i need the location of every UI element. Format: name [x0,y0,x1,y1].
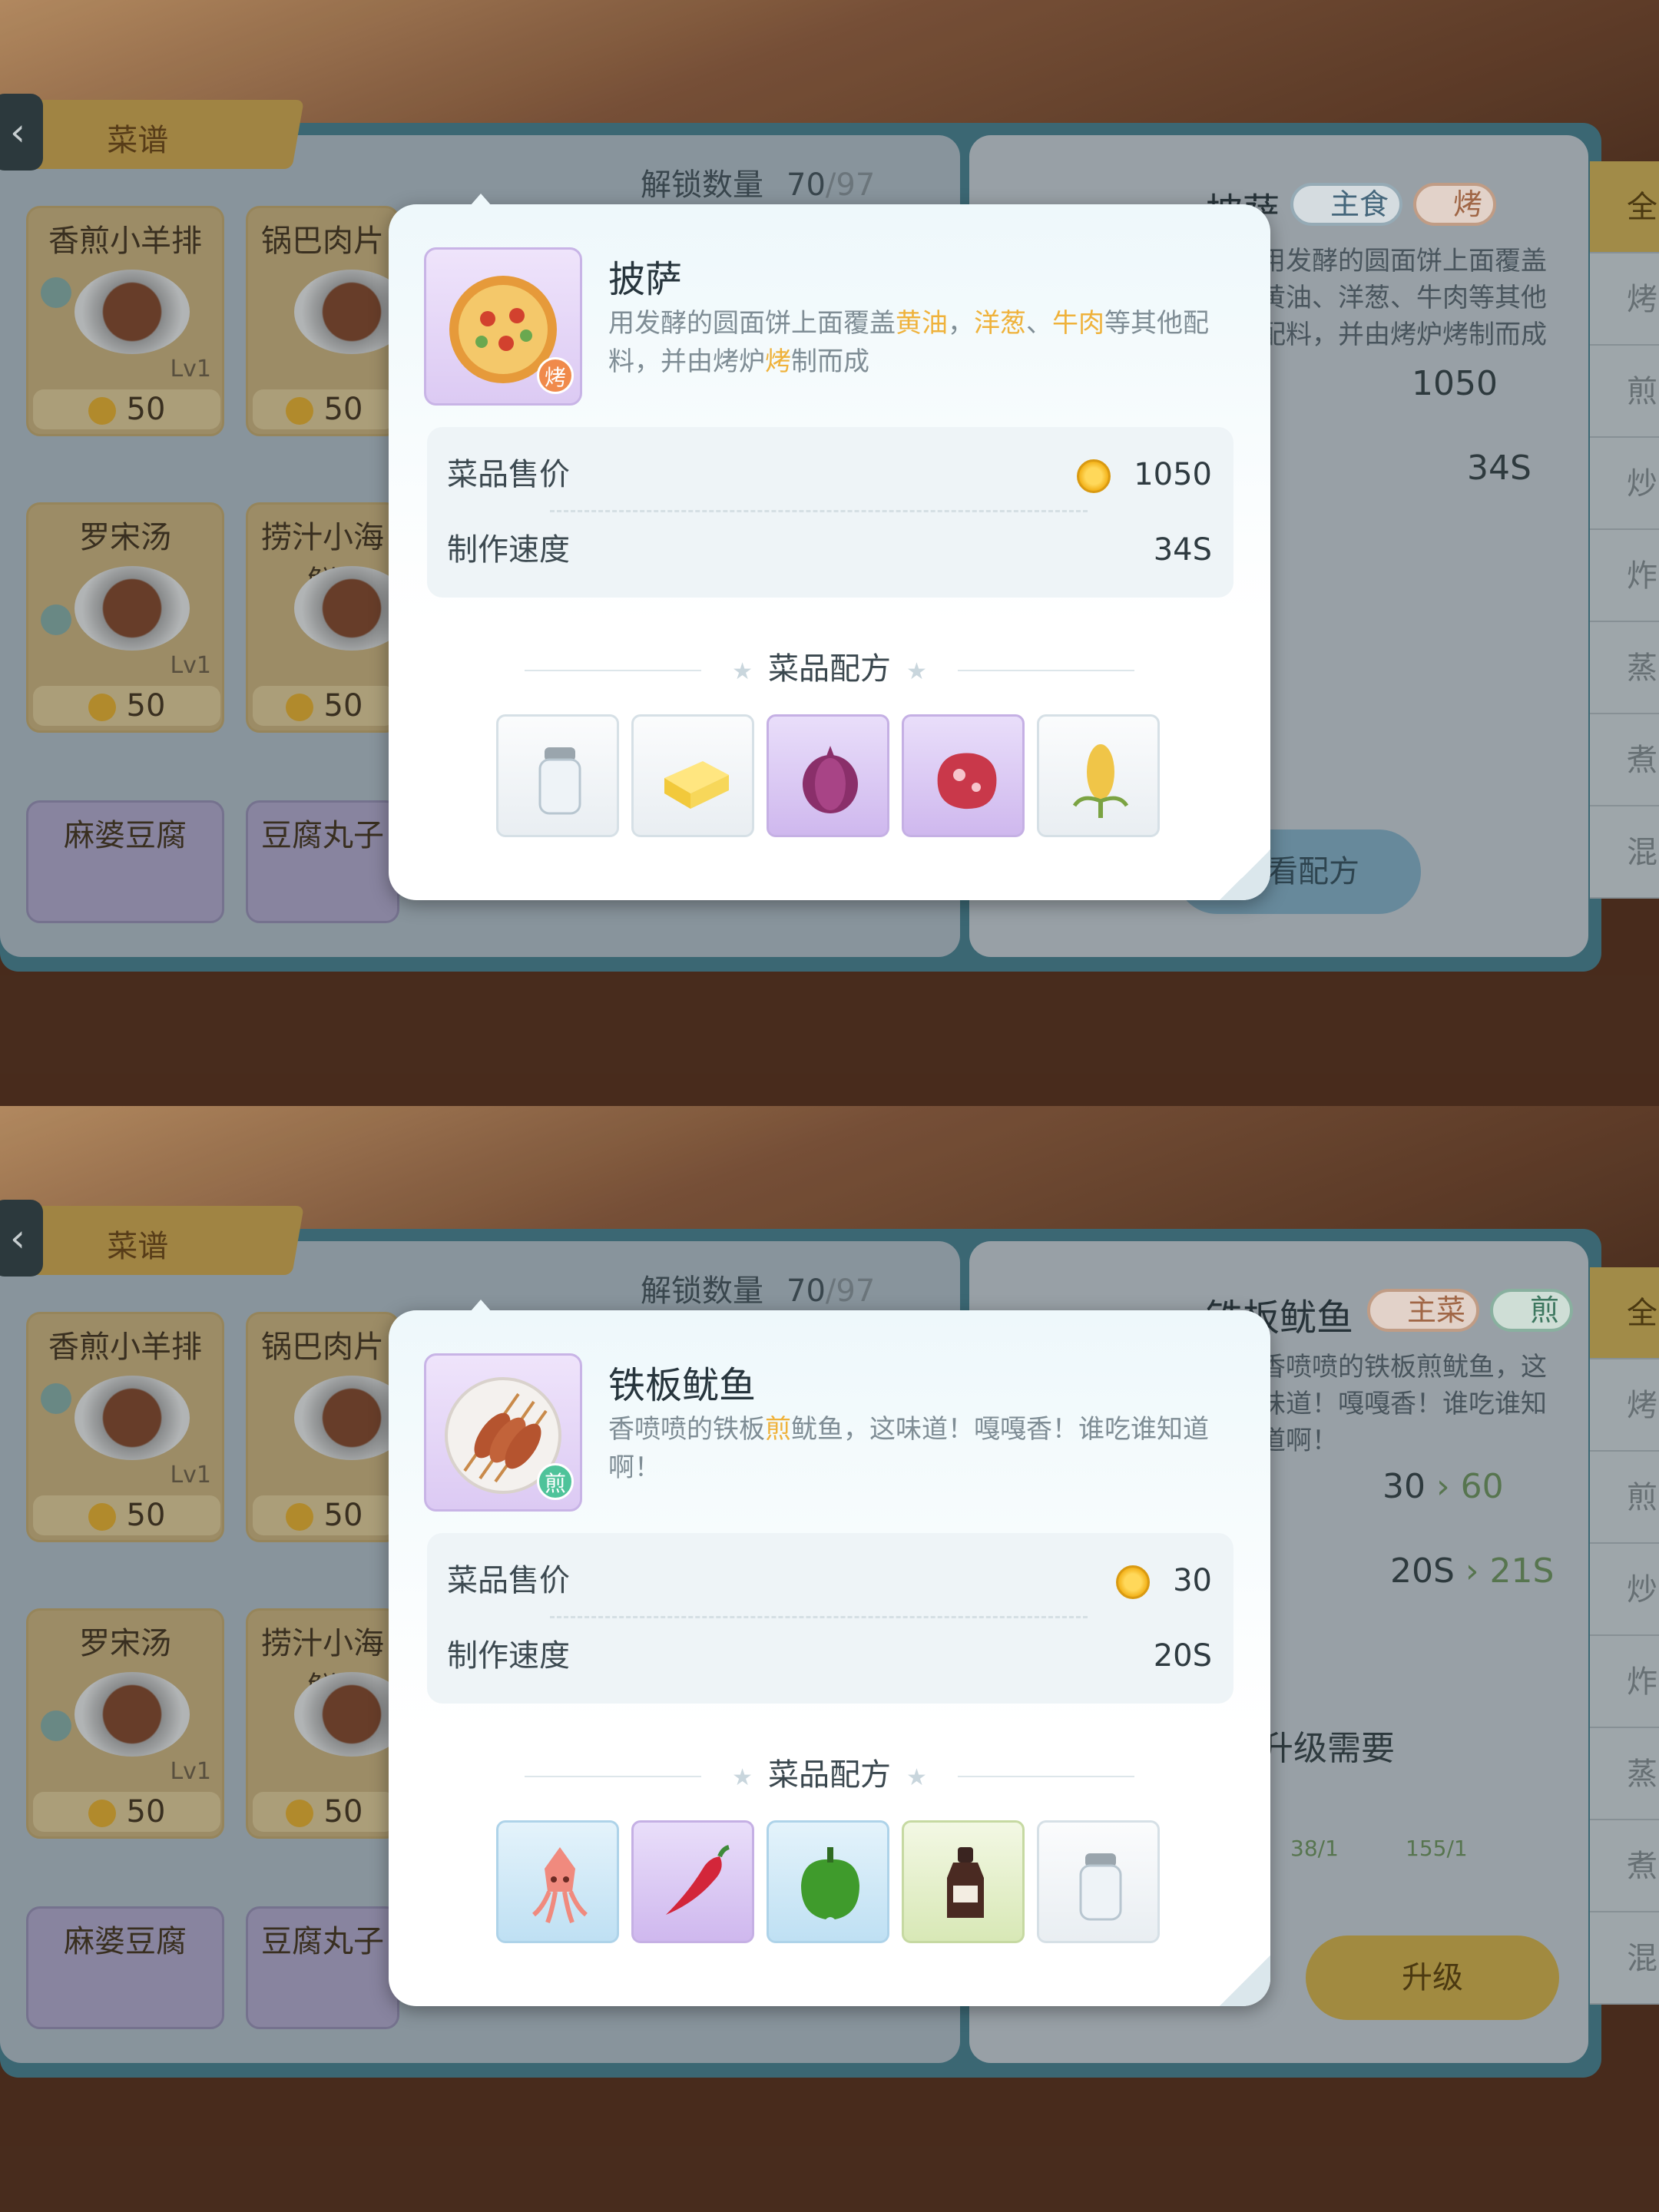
speed-label: 制作速度 [447,1638,570,1674]
ingredient-green-pepper[interactable] [767,1820,889,1943]
dish-thumbnail: 烤 [424,247,582,406]
price-label: 菜品售价 [447,457,570,492]
recipe-section-title: ★ 菜品配方 ★ [389,644,1270,688]
divider [550,1616,1088,1618]
desc-text: ， [948,308,974,339]
ingredient-soy-sauce[interactable] [902,1820,1025,1943]
butter-icon [664,761,729,809]
speed-row: 制作速度 34S [447,527,1212,573]
speed-value: 20S [1153,1638,1212,1674]
ingredient-beef[interactable] [902,714,1025,837]
wheat-icon [1072,744,1129,818]
cook-method-badge: 烤 [537,357,574,394]
price-value: 30 [1173,1563,1212,1598]
popup-dish-name: 披萨 [608,258,683,301]
price-value: 1050 [1134,457,1212,492]
desc-highlight: 牛肉 [1052,308,1104,339]
recipe-label: 菜品配方 [768,651,891,687]
ingredient-squid[interactable] [496,1820,619,1943]
speed-value: 34S [1153,532,1212,568]
star-icon: ★ [906,1764,927,1791]
dish-info-popup: 烤 披萨 用发酵的圆面饼上面覆盖黄油，洋葱、牛肉等其他配料，并由烤炉烤制而成 菜… [389,194,1270,900]
screen-squid: 菜谱 ‹ 解锁数量 70/97 香煎小羊排 Lv1 50 锅巴肉片 50 罗宋汤 Lv1 5… [0,1106,1659,2212]
green-pepper-icon [801,1847,859,1919]
dish-stats: 菜品售价 1050 制作速度 34S [427,427,1233,598]
ingredient-salt[interactable] [1037,1820,1160,1943]
ingredient-chili[interactable] [631,1820,754,1943]
desc-text: 香喷喷的铁板 [608,1414,765,1445]
dish-stats: 菜品售价 30 制作速度 20S [427,1533,1233,1704]
desc-highlight: 黄油 [896,308,948,339]
recipe-label: 菜品配方 [768,1757,891,1793]
ingredient-butter[interactable] [631,714,754,837]
salt-shaker-icon [538,747,581,815]
price-label: 菜品售价 [447,1563,570,1598]
desc-highlight: 洋葱 [974,308,1026,339]
salt-shaker-icon [1079,1853,1122,1921]
ingredient-wheat[interactable] [1037,714,1160,837]
recipe-section-title: ★ 菜品配方 ★ [389,1750,1270,1794]
speed-row: 制作速度 20S [447,1633,1212,1679]
price-row: 菜品售价 1050 [447,452,1212,498]
divider [550,510,1088,512]
coin-icon [1116,1565,1151,1599]
dish-info-popup: 煎 铁板鱿鱼 香喷喷的铁板煎鱿鱼，这味道！嘎嘎香！谁吃谁知道啊！ 菜品售价 30 … [389,1300,1270,2006]
popup-description: 香喷喷的铁板煎鱿鱼，这味道！嘎嘎香！谁吃谁知道啊！ [608,1410,1238,1487]
desc-highlight: 烤 [765,346,791,377]
desc-text: 制而成 [791,346,869,377]
ingredient-onion[interactable] [767,714,889,837]
popup-dish-name: 铁板鱿鱼 [608,1364,757,1407]
ingredient-salt[interactable] [496,714,619,837]
screen-pizza: 菜谱 ‹ 解锁数量 70/97 香煎小羊排 Lv1 50 锅巴肉片 50 罗宋汤 Lv1 5… [0,0,1659,1106]
desc-highlight: 煎 [765,1414,791,1445]
star-icon: ★ [906,658,927,685]
squid-icon [532,1847,588,1924]
soy-sauce-icon [947,1847,984,1918]
desc-text: 、 [1026,308,1052,339]
dish-thumbnail: 煎 [424,1353,582,1512]
onion-icon [803,746,858,813]
coin-icon [1077,459,1111,493]
star-icon: ★ [732,1764,753,1791]
beef-icon [937,753,997,810]
chili-pepper-icon [666,1845,730,1915]
popup-description: 用发酵的圆面饼上面覆盖黄油，洋葱、牛肉等其他配料，并由烤炉烤制而成 [608,304,1238,381]
cook-method-badge: 煎 [537,1463,574,1500]
speed-label: 制作速度 [447,532,570,568]
desc-text: 用发酵的圆面饼上面覆盖 [608,308,896,339]
star-icon: ★ [732,658,753,685]
price-row: 菜品售价 30 [447,1558,1212,1604]
